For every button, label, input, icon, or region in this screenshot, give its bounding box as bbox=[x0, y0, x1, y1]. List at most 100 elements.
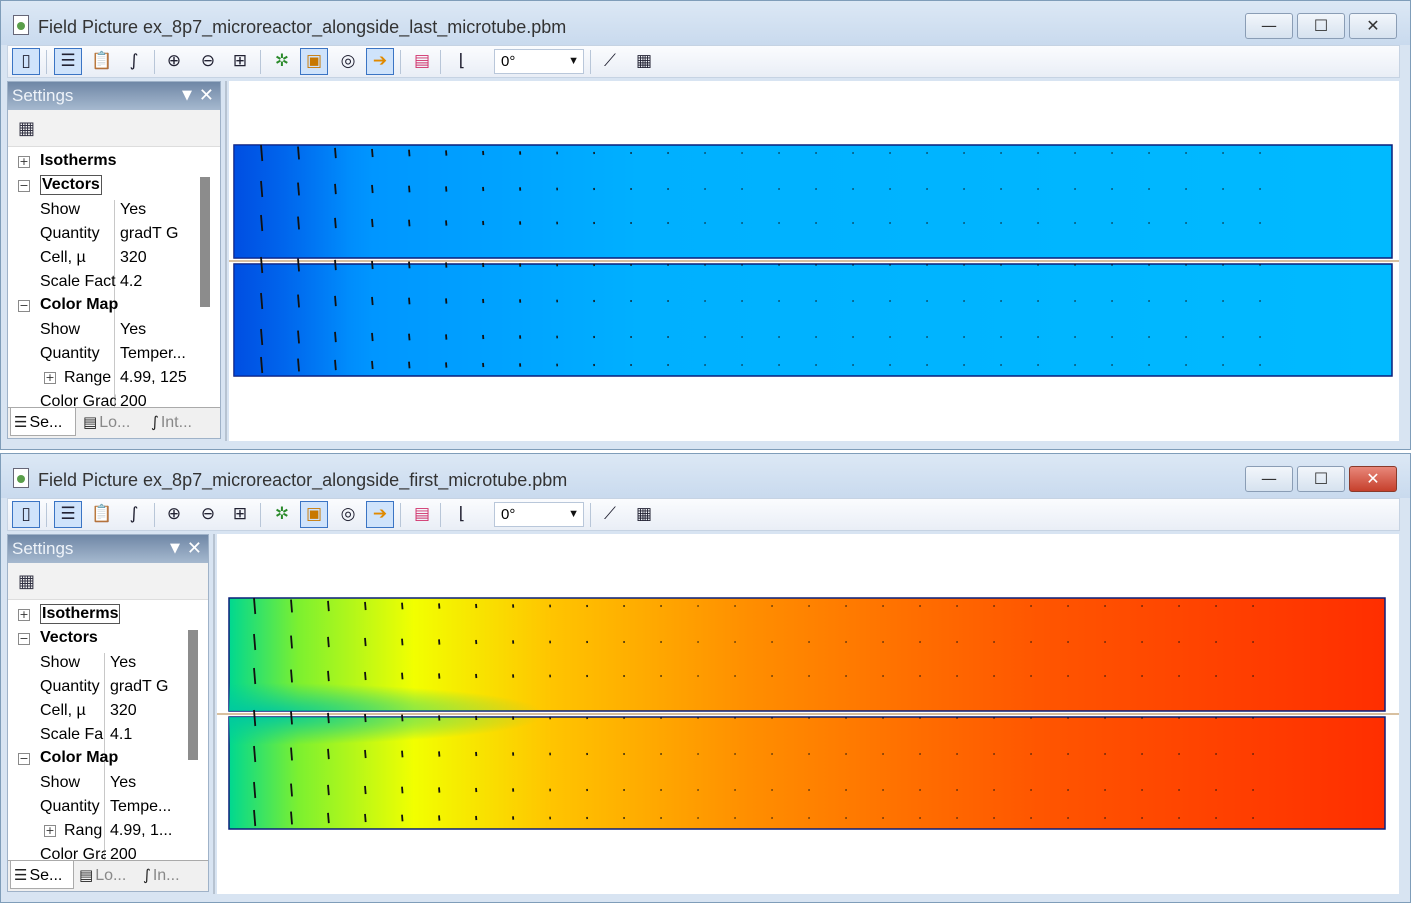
new-point-icon[interactable]: ⌊ bbox=[448, 501, 476, 528]
prop-value[interactable]: 4.1 bbox=[110, 726, 180, 744]
scrollbar-thumb[interactable] bbox=[200, 177, 210, 307]
expand-icon[interactable]: + bbox=[44, 825, 56, 837]
settings-sliders-icon[interactable]: ☰ bbox=[54, 48, 82, 75]
tab-log[interactable]: ▤ Lo... bbox=[80, 408, 144, 436]
splitter[interactable] bbox=[225, 81, 227, 441]
group-vectors[interactable]: − Vectors bbox=[12, 174, 192, 198]
group-isotherms[interactable]: + Isotherms bbox=[12, 150, 192, 174]
field-view[interactable] bbox=[217, 534, 1399, 894]
table-icon[interactable]: ▦ bbox=[630, 501, 658, 528]
rotation-select[interactable]: 0° ▼ bbox=[494, 49, 584, 74]
tab-integrals[interactable]: ∫ In... bbox=[140, 861, 208, 889]
group-vectors[interactable]: − Vectors bbox=[12, 627, 182, 651]
integral-icon[interactable]: ∫ bbox=[120, 48, 148, 75]
prop-vectors-show[interactable]: Show Yes bbox=[12, 198, 192, 222]
prop-value[interactable]: Temper... bbox=[120, 345, 190, 363]
prop-vectors-scale[interactable]: Scale Fa 4.1 bbox=[12, 723, 182, 747]
flow-arrows-icon[interactable]: ➔ bbox=[366, 501, 394, 528]
minimize-button[interactable]: — bbox=[1245, 13, 1293, 39]
integral-icon[interactable]: ∫ bbox=[120, 501, 148, 528]
color-scale-icon[interactable]: ▤ bbox=[408, 501, 436, 528]
expand-icon[interactable]: + bbox=[18, 609, 30, 621]
collapse-icon[interactable]: − bbox=[18, 633, 30, 645]
close-button[interactable]: ✕ bbox=[1349, 13, 1397, 39]
maximize-button[interactable]: ☐ bbox=[1297, 13, 1345, 39]
collapse-icon[interactable]: − bbox=[18, 753, 30, 765]
field-view[interactable] bbox=[229, 81, 1399, 441]
fit-window-icon[interactable]: ⊞ bbox=[226, 48, 254, 75]
3d-box-icon[interactable]: ▣ bbox=[300, 501, 328, 528]
expand-icon[interactable]: + bbox=[18, 156, 30, 168]
title-bar[interactable]: Field Picture ex_8p7_microreactor_alongs… bbox=[1, 1, 1410, 45]
close-button[interactable]: ✕ bbox=[1349, 466, 1397, 492]
prop-vectors-quantity[interactable]: Quantity gradT G bbox=[12, 675, 182, 699]
close-panel-icon[interactable]: ✕ bbox=[199, 82, 214, 110]
group-isotherms[interactable]: + Isotherms bbox=[12, 603, 182, 627]
prop-colormap-quantity[interactable]: Quantity Tempe... bbox=[12, 795, 182, 819]
settings-sliders-icon[interactable]: ☰ bbox=[54, 501, 82, 528]
zoom-in-icon[interactable]: ⊕ bbox=[160, 501, 188, 528]
flow-arrows-icon[interactable]: ➔ bbox=[366, 48, 394, 75]
prop-colormap-range[interactable]: + Range 4.99, 125 bbox=[12, 366, 192, 390]
prop-value[interactable]: Tempe... bbox=[110, 798, 180, 816]
clipboard-icon[interactable]: 📋 bbox=[88, 48, 116, 75]
maximize-button[interactable]: ☐ bbox=[1297, 466, 1345, 492]
target-icon[interactable]: ◎ bbox=[334, 501, 362, 528]
mesh-icon[interactable]: ✲ bbox=[268, 501, 296, 528]
pin-dropdown-icon[interactable]: ▼ bbox=[170, 535, 180, 563]
field-canvas[interactable] bbox=[229, 81, 1399, 441]
prop-vectors-quantity[interactable]: Quantity gradT G bbox=[12, 222, 192, 246]
scrollbar-thumb[interactable] bbox=[188, 630, 198, 760]
mesh-icon[interactable]: ✲ bbox=[268, 48, 296, 75]
panel-toggle-icon[interactable]: ▯ bbox=[12, 48, 40, 75]
prop-colormap-show[interactable]: Show Yes bbox=[12, 771, 182, 795]
tab-settings[interactable]: ☰ Se... bbox=[10, 408, 76, 436]
3d-box-icon[interactable]: ▣ bbox=[300, 48, 328, 75]
prop-value[interactable]: Yes bbox=[110, 774, 180, 792]
prop-value[interactable]: gradT G bbox=[120, 225, 190, 243]
categorized-view-icon[interactable]: ▦ bbox=[18, 118, 35, 139]
prop-value[interactable]: 4.99, 1... bbox=[110, 822, 182, 840]
expand-icon[interactable]: + bbox=[44, 372, 56, 384]
prop-value[interactable]: 320 bbox=[120, 249, 190, 267]
prop-vectors-cell[interactable]: Cell, µ 320 bbox=[12, 699, 182, 723]
fit-window-icon[interactable]: ⊞ bbox=[226, 501, 254, 528]
collapse-icon[interactable]: − bbox=[18, 300, 30, 312]
prop-value[interactable]: Yes bbox=[120, 321, 190, 339]
new-point-icon[interactable]: ⌊ bbox=[448, 48, 476, 75]
close-panel-icon[interactable]: ✕ bbox=[187, 535, 202, 563]
tab-log[interactable]: ▤ Lo... bbox=[76, 861, 138, 889]
zoom-out-icon[interactable]: ⊖ bbox=[194, 48, 222, 75]
minimize-button[interactable]: — bbox=[1245, 466, 1293, 492]
prop-colormap-show[interactable]: Show Yes bbox=[12, 318, 192, 342]
prop-colormap-range[interactable]: + Rang 4.99, 1... bbox=[12, 819, 182, 843]
title-bar[interactable]: Field Picture ex_8p7_microreactor_alongs… bbox=[1, 454, 1410, 498]
rotation-select[interactable]: 0° ▼ bbox=[494, 502, 584, 527]
splitter[interactable] bbox=[213, 534, 215, 894]
prop-colormap-quantity[interactable]: Quantity Temper... bbox=[12, 342, 192, 366]
group-color-map[interactable]: − Color Map bbox=[12, 294, 192, 318]
prop-vectors-cell[interactable]: Cell, µ 320 bbox=[12, 246, 192, 270]
collapse-icon[interactable]: − bbox=[18, 180, 30, 192]
field-canvas[interactable] bbox=[217, 534, 1399, 894]
clipboard-icon[interactable]: 📋 bbox=[88, 501, 116, 528]
pin-dropdown-icon[interactable]: ▼ bbox=[182, 82, 192, 110]
tab-integrals[interactable]: ∫ Int... bbox=[148, 408, 220, 436]
target-icon[interactable]: ◎ bbox=[334, 48, 362, 75]
tab-settings[interactable]: ☰ Se... bbox=[10, 861, 74, 889]
categorized-view-icon[interactable]: ▦ bbox=[18, 571, 35, 592]
group-color-map[interactable]: − Color Map bbox=[12, 747, 182, 771]
prop-value[interactable]: gradT G bbox=[110, 678, 180, 696]
plot-icon[interactable]: ⟋ bbox=[596, 48, 624, 75]
prop-value[interactable]: 320 bbox=[110, 702, 180, 720]
prop-vectors-scale[interactable]: Scale Fact 4.2 bbox=[12, 270, 192, 294]
zoom-out-icon[interactable]: ⊖ bbox=[194, 501, 222, 528]
prop-value[interactable]: 4.2 bbox=[120, 273, 190, 291]
prop-vectors-show[interactable]: Show Yes bbox=[12, 651, 182, 675]
prop-value[interactable]: Yes bbox=[110, 654, 180, 672]
color-scale-icon[interactable]: ▤ bbox=[408, 48, 436, 75]
zoom-in-icon[interactable]: ⊕ bbox=[160, 48, 188, 75]
prop-value[interactable]: Yes bbox=[120, 201, 190, 219]
plot-icon[interactable]: ⟋ bbox=[596, 501, 624, 528]
prop-value[interactable]: 4.99, 125 bbox=[120, 369, 194, 387]
